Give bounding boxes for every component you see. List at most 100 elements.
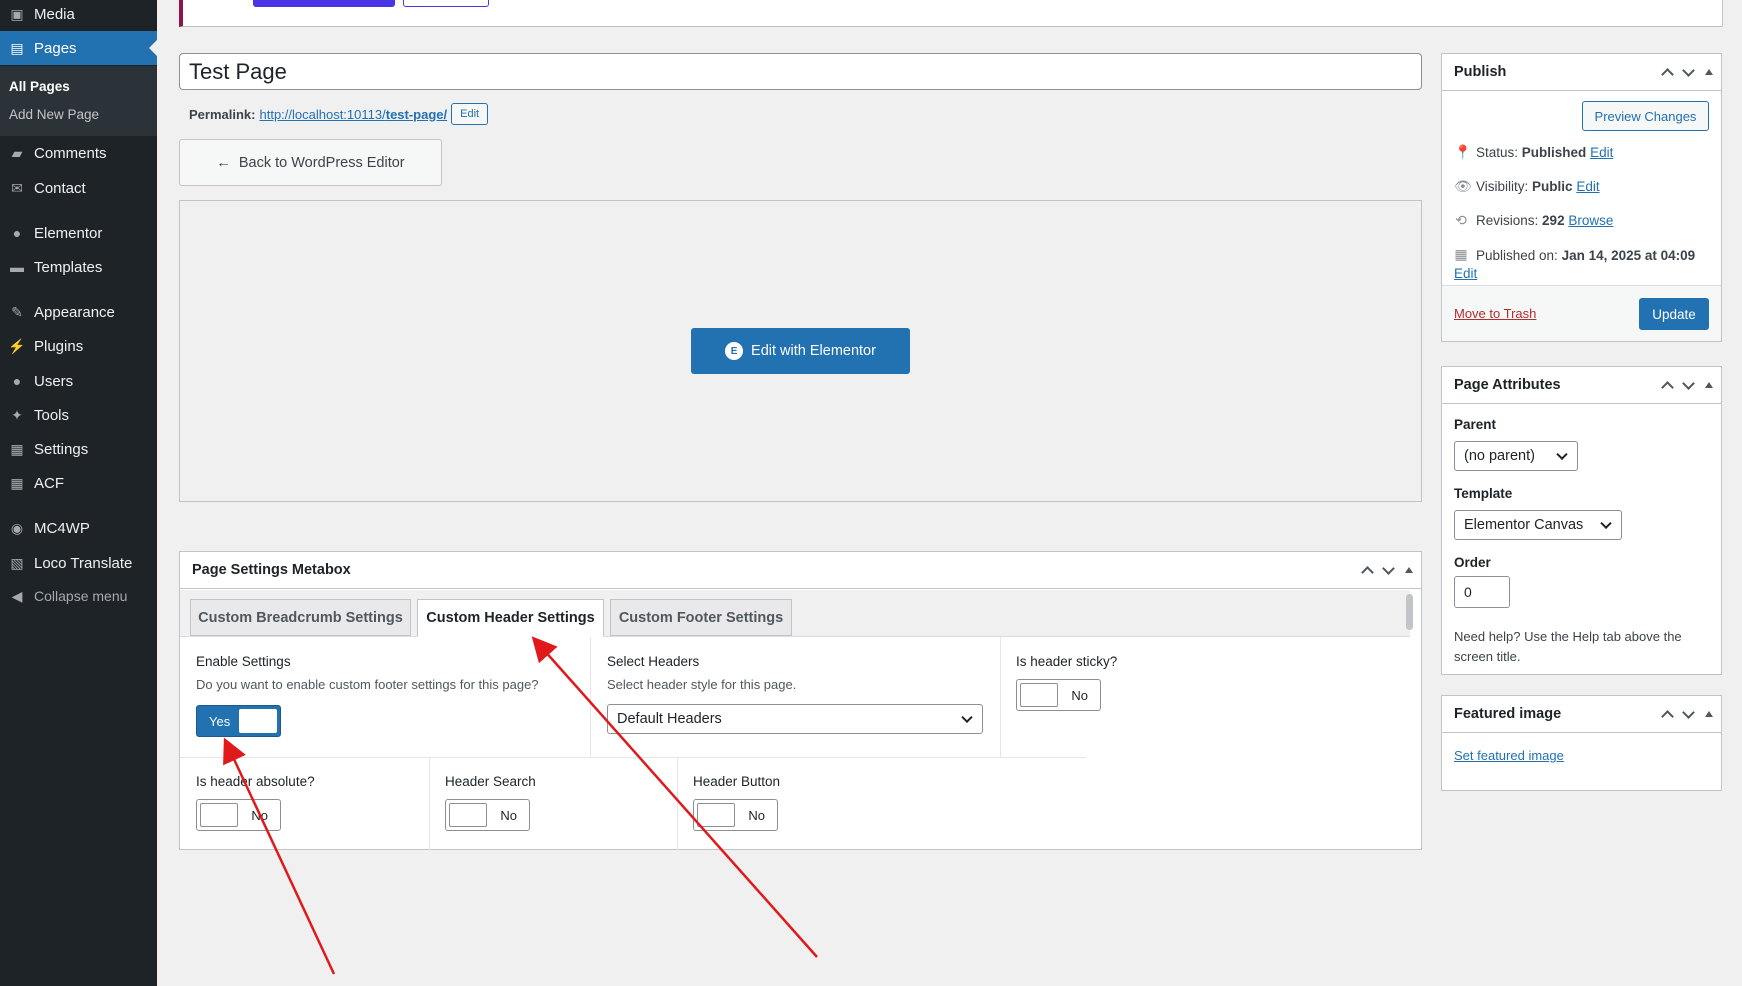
wrench-icon: ✦	[11, 406, 23, 423]
sidebar-item-elementor[interactable]: ● Elementor	[0, 216, 157, 250]
comments-icon: ▰	[11, 144, 23, 161]
media-icon: ▣	[10, 5, 24, 22]
tab-custom-breadcrumb-settings[interactable]: Custom Breadcrumb Settings	[190, 599, 411, 636]
move-down-icon[interactable]	[1382, 561, 1395, 575]
enable-settings-description: Do you want to enable custom footer sett…	[196, 677, 539, 692]
sidebar-item-mc4wp[interactable]: ◉ MC4WP	[0, 511, 157, 545]
sidebar-item-pages[interactable]: ▤ Pages	[0, 31, 157, 65]
move-up-icon[interactable]	[1361, 566, 1374, 579]
sidebar-item-acf[interactable]: ▦ ACF	[0, 466, 157, 500]
select-headers-description: Select header style for this page.	[607, 677, 797, 692]
sidebar-item-templates[interactable]: ▬ Templates	[0, 250, 157, 284]
parent-label: Parent	[1454, 417, 1497, 432]
tab-custom-footer-settings[interactable]: Custom Footer Settings	[610, 599, 792, 636]
header-sticky-toggle[interactable]: No	[1016, 679, 1101, 711]
parent-select[interactable]: (no parent)	[1454, 441, 1578, 471]
notice-secondary-button[interactable]	[403, 0, 489, 7]
move-up-icon[interactable]	[1661, 68, 1674, 81]
order-input[interactable]: 0	[1454, 576, 1510, 608]
sidebar-item-label: Tools	[34, 406, 70, 424]
move-down-icon[interactable]	[1682, 705, 1695, 719]
edit-with-elementor-button[interactable]: E Edit with Elementor	[691, 328, 910, 374]
mc4wp-icon: ◉	[10, 519, 24, 536]
move-to-trash-link[interactable]: Move to Trash	[1454, 306, 1536, 321]
chevron-down-icon	[1600, 517, 1612, 530]
sidebar-item-label: Appearance	[34, 303, 115, 321]
toggle-panel-icon[interactable]	[1405, 567, 1413, 573]
page-attributes-title: Page Attributes	[1454, 377, 1561, 393]
featured-image-header: Featured image	[1442, 696, 1721, 733]
enable-settings-label: Enable Settings	[196, 654, 291, 669]
metabox-scrollbar[interactable]	[1406, 594, 1413, 630]
sidebar-item-media[interactable]: ▣ Media	[0, 0, 157, 31]
toggle-panel-icon[interactable]	[1705, 69, 1713, 75]
visibility-edit-link[interactable]: Edit	[1576, 179, 1599, 194]
sidebar-item-loco-translate[interactable]: ▧ Loco Translate	[0, 546, 157, 580]
header-button-field: Header Button	[693, 774, 780, 789]
move-down-icon[interactable]	[1682, 376, 1695, 390]
sidebar-item-label: MC4WP	[34, 519, 90, 537]
move-down-icon[interactable]	[1682, 63, 1695, 77]
toggle-panel-icon[interactable]	[1705, 382, 1713, 388]
status-row: 📍 Status: Published Edit	[1454, 144, 1614, 160]
submenu-all-pages[interactable]: All Pages	[9, 79, 70, 94]
metabox-header: Page Settings Metabox	[180, 552, 1421, 589]
settings-icon: ▦	[10, 440, 24, 457]
template-select[interactable]: Elementor Canvas	[1454, 510, 1622, 540]
tab-custom-header-settings[interactable]: Custom Header Settings	[417, 599, 604, 637]
status-edit-link[interactable]: Edit	[1590, 145, 1613, 160]
page-attributes-header: Page Attributes	[1442, 367, 1721, 404]
revisions-row: ⟲ Revisions: 292 Browse	[1455, 212, 1614, 228]
page-attributes-panel: Page Attributes Parent (no parent) Templ…	[1441, 366, 1722, 675]
sidebar-item-users[interactable]: ● Users	[0, 364, 157, 398]
sidebar-item-settings[interactable]: ▦ Settings	[0, 432, 157, 466]
header-button-label: Header Button	[693, 774, 781, 789]
notice-primary-button[interactable]	[253, 0, 395, 7]
featured-image-title: Featured image	[1454, 706, 1562, 722]
user-icon: ●	[12, 373, 22, 389]
collapse-menu-button[interactable]: ◀ Collapse menu	[0, 579, 157, 613]
published-edit-link[interactable]: Edit	[1454, 266, 1477, 281]
elementor-icon: E	[725, 342, 744, 360]
chevron-down-icon	[1556, 448, 1568, 461]
set-featured-image-link[interactable]: Set featured image	[1454, 748, 1564, 763]
submenu-add-new-page[interactable]: Add New Page	[9, 107, 99, 122]
update-button[interactable]: Update	[1639, 298, 1709, 330]
back-to-wordpress-editor-button[interactable]: ← Back to WordPress Editor	[179, 139, 442, 186]
sidebar-item-comments[interactable]: ▰ Comments	[0, 136, 157, 170]
page-attributes-help: Need help? Use the Help tab above the sc…	[1454, 629, 1682, 664]
sidebar-item-plugins[interactable]: ⚡ Plugins	[0, 329, 157, 363]
sidebar-item-label: Templates	[34, 258, 103, 276]
brush-icon: ✎	[11, 303, 23, 320]
move-up-icon[interactable]	[1661, 710, 1674, 723]
header-absolute-toggle[interactable]: No	[196, 799, 281, 831]
sidebar-item-label: Media	[34, 5, 75, 23]
publish-title: Publish	[1454, 64, 1507, 80]
sidebar-item-label: Users	[34, 372, 74, 390]
eye-icon: 👁	[1454, 178, 1472, 194]
header-search-toggle[interactable]: No	[445, 799, 530, 831]
move-up-icon[interactable]	[1661, 381, 1674, 394]
page-scrollbar[interactable]	[1726, 0, 1742, 986]
permalink-link[interactable]: http://localhost:10113/test-page/	[259, 107, 447, 122]
sidebar-item-label: Contact	[34, 179, 86, 197]
page-title-input[interactable]	[179, 53, 1422, 90]
enable-settings-toggle[interactable]: Yes	[196, 705, 281, 737]
select-headers-dropdown[interactable]: Default Headers	[607, 704, 983, 734]
published-on-row: ▦ Published on: Jan 14, 2025 at 04:09	[1454, 246, 1696, 263]
header-sticky-label: Is header sticky?	[1016, 654, 1118, 669]
enable-settings-field: Enable Settings Do you want to enable cu…	[196, 654, 539, 692]
sidebar-item-contact[interactable]: ✉ Contact	[0, 171, 157, 205]
order-label: Order	[1454, 555, 1491, 570]
arrow-left-icon: ←	[216, 154, 231, 171]
header-sticky-field: Is header sticky?	[1016, 654, 1117, 669]
toggle-panel-icon[interactable]	[1705, 711, 1713, 717]
preview-changes-button[interactable]: Preview Changes	[1582, 101, 1709, 131]
sidebar-item-tools[interactable]: ✦ Tools	[0, 398, 157, 432]
header-button-toggle[interactable]: No	[693, 799, 778, 831]
sidebar-item-appearance[interactable]: ✎ Appearance	[0, 295, 157, 329]
pages-submenu: All Pages Add New Page	[0, 66, 157, 136]
revisions-browse-link[interactable]: Browse	[1568, 213, 1613, 228]
visibility-row: 👁 Visibility: Public Edit	[1454, 178, 1600, 194]
permalink-edit-button[interactable]: Edit	[451, 103, 489, 125]
